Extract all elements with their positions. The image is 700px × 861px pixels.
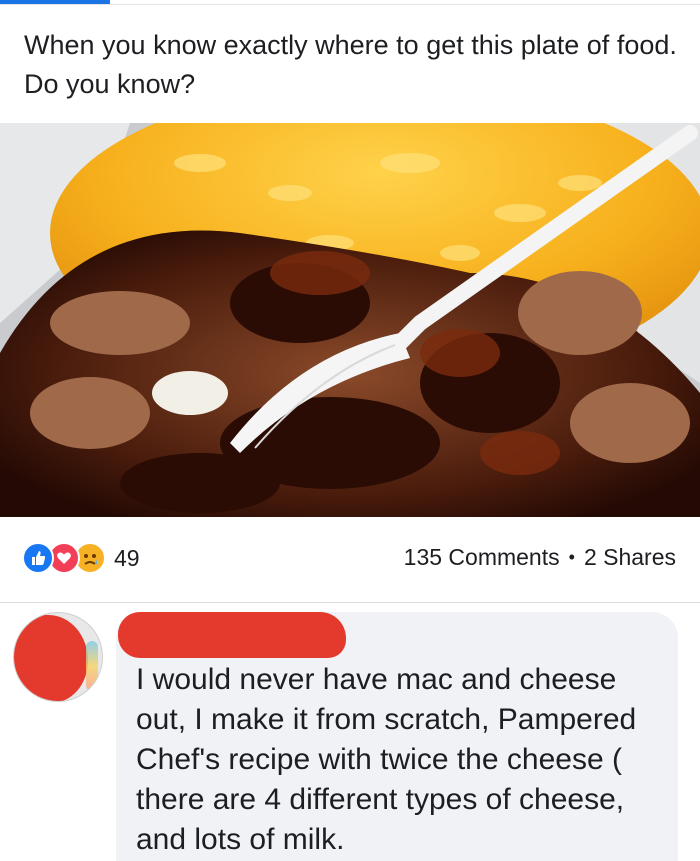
- comment-bubble: I would never have mac and cheese out, I…: [116, 612, 678, 861]
- comment-text: I would never have mac and cheese out, I…: [136, 663, 637, 856]
- like-icon: [22, 542, 54, 574]
- avatar-image-detail: [86, 641, 98, 691]
- post-text: When you know exactly where to get this …: [24, 30, 677, 99]
- avatar-redaction: [14, 615, 88, 701]
- food-photo-illustration: [0, 123, 700, 517]
- reaction-count: 49: [114, 544, 140, 571]
- engagement-stats: 135 Comments • 2 Shares: [404, 544, 676, 571]
- post-photo[interactable]: [0, 123, 700, 517]
- reactions-summary[interactable]: 49: [22, 540, 140, 576]
- commenter-avatar[interactable]: [13, 612, 103, 702]
- separator-dot: •: [568, 547, 575, 567]
- section-divider: [0, 602, 700, 603]
- top-divider: [0, 4, 700, 5]
- comments-count-link[interactable]: 135 Comments: [404, 544, 560, 571]
- commenter-name-redaction: [118, 612, 346, 658]
- shares-count-link[interactable]: 2 Shares: [584, 544, 676, 571]
